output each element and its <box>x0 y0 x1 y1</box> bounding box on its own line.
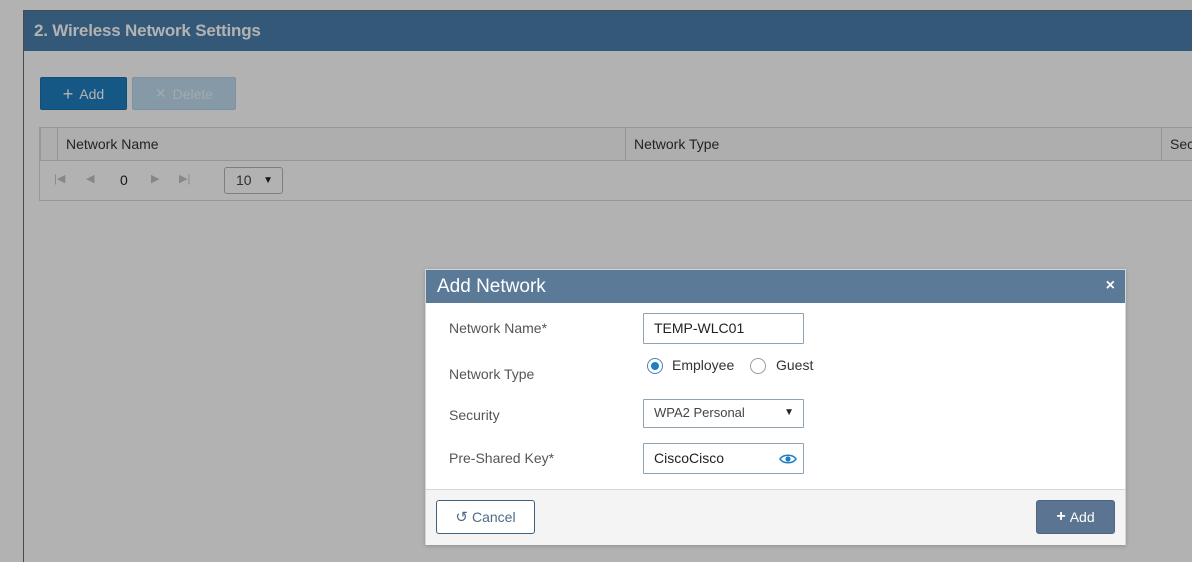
eye-icon[interactable] <box>779 452 797 466</box>
add-network-dialog: Add Network × Network Name* TEMP-WLC01 N… <box>425 269 1126 545</box>
network-type-label: Network Type <box>449 366 535 382</box>
security-value: WPA2 Personal <box>654 405 745 420</box>
psk-label: Pre-Shared Key* <box>449 450 555 466</box>
employee-radio-label[interactable]: Employee <box>672 357 734 373</box>
cancel-button-label: Cancel <box>471 509 516 525</box>
dropdown-caret-icon: ▼ <box>784 407 794 418</box>
dialog-title: Add Network <box>437 276 546 297</box>
undo-icon: ↺ <box>455 509 468 526</box>
security-select[interactable]: WPA2 Personal ▼ <box>643 399 804 428</box>
psk-input[interactable]: CiscoCisco <box>643 443 804 474</box>
security-label: Security <box>449 407 500 423</box>
guest-radio[interactable] <box>750 358 766 374</box>
plus-icon: + <box>1056 508 1066 525</box>
network-name-label: Network Name* <box>449 320 548 336</box>
employee-radio[interactable] <box>647 358 663 374</box>
dialog-footer: ↺ Cancel + Add <box>426 489 1125 545</box>
guest-radio-label[interactable]: Guest <box>776 357 813 373</box>
confirm-add-label: Add <box>1069 509 1095 525</box>
dialog-header: Add Network × <box>426 270 1125 303</box>
confirm-add-button[interactable]: + Add <box>1036 500 1115 534</box>
close-icon[interactable]: × <box>1106 270 1115 303</box>
psk-value: CiscoCisco <box>654 450 725 466</box>
network-name-input[interactable]: TEMP-WLC01 <box>643 313 804 344</box>
cancel-button[interactable]: ↺ Cancel <box>436 500 535 534</box>
